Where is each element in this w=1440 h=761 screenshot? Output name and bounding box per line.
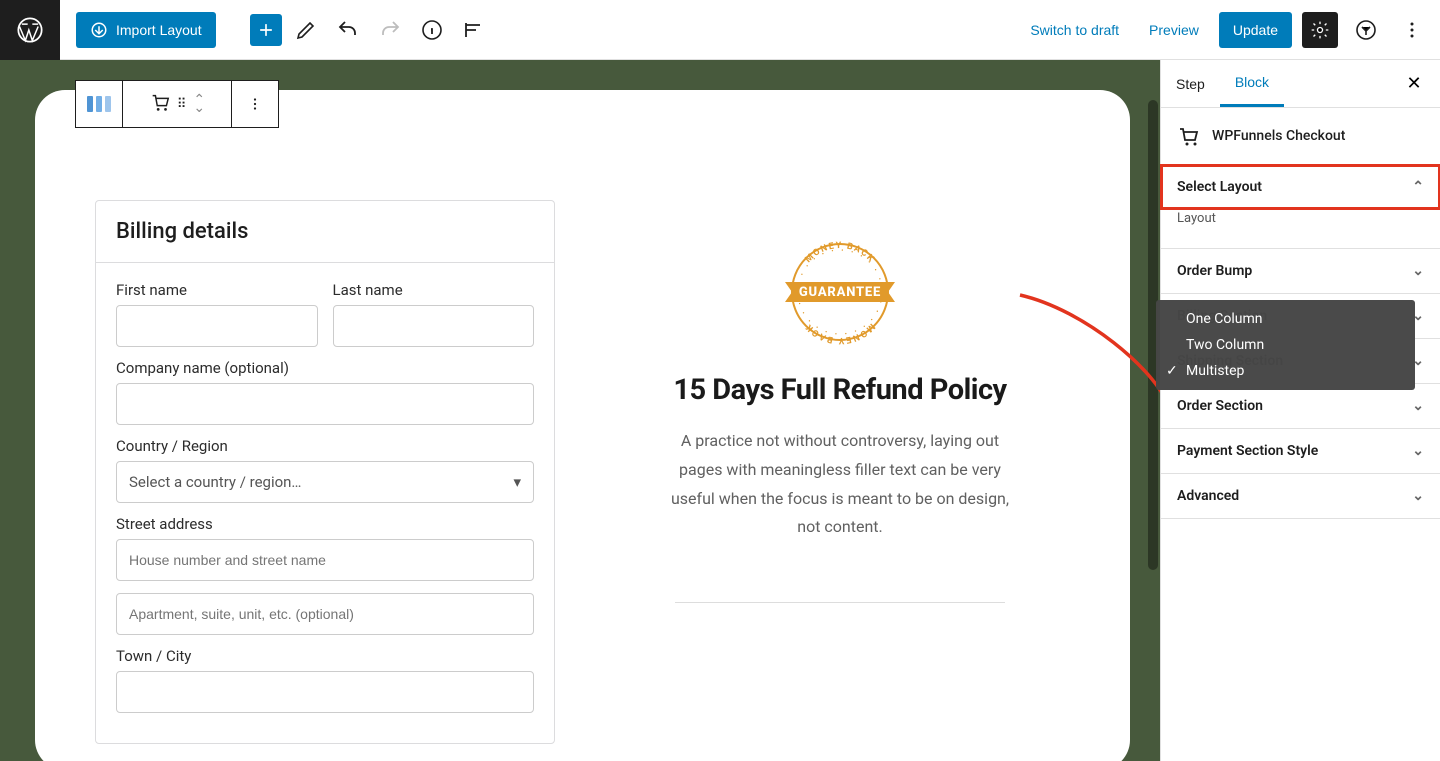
panel-payment-section[interactable]: Payment Section Style⌄ [1161,429,1440,473]
street-input-2[interactable] [116,593,534,635]
chevron-down-icon: ⌄ [1412,488,1424,504]
refund-title: 15 Days Full Refund Policy [610,373,1070,407]
cart-icon [1177,124,1201,148]
more-options-button[interactable] [1394,12,1430,48]
country-label: Country / Region [116,437,534,455]
refund-description: A practice not without controversy, layi… [670,427,1010,542]
panel-order-bump[interactable]: Order Bump⌄ [1161,249,1440,293]
chevron-down-icon: ⌄ [1412,263,1424,279]
redo-button[interactable] [372,12,408,48]
block-type-button[interactable] [75,80,123,128]
layout-field-label: Layout [1177,211,1424,226]
redo-icon [378,18,402,42]
svg-text:MONEY BACK: MONEY BACK [804,321,877,345]
plugin-button[interactable] [1348,12,1384,48]
street-label: Street address [116,515,534,533]
import-layout-label: Import Layout [116,22,202,38]
close-sidebar-button[interactable]: ✕ [1394,60,1434,107]
add-block-button[interactable] [250,14,282,46]
undo-button[interactable] [330,12,366,48]
tab-step[interactable]: Step [1161,60,1220,107]
gear-icon [1310,20,1330,40]
block-name-label: WPFunnels Checkout [1212,128,1345,144]
funnel-icon [1354,18,1378,42]
layout-option-two-column[interactable]: Two Column [1156,332,1415,358]
first-name-input[interactable] [116,305,318,347]
last-name-input[interactable] [333,305,535,347]
country-placeholder: Select a country / region… [129,473,301,491]
import-icon [90,21,108,39]
first-name-label: First name [116,281,318,299]
wordpress-logo[interactable] [0,0,60,60]
checkout-card: Billing details First name Last na [35,90,1130,761]
company-label: Company name (optional) [116,359,534,377]
tab-block[interactable]: Block [1220,60,1284,107]
pencil-icon [294,18,318,42]
panel-select-layout[interactable]: Select Layout ⌃ [1161,165,1440,209]
check-icon: ✓ [1166,363,1178,379]
info-button[interactable] [414,12,450,48]
svg-text:MONEY BACK: MONEY BACK [804,241,877,265]
layout-option-multistep[interactable]: ✓Multistep [1156,358,1415,384]
annotation-arrow [1005,280,1160,430]
info-icon [420,18,444,42]
chevron-down-icon: ▾ [513,473,521,491]
cart-icon[interactable] [149,91,171,117]
editor-canvas[interactable]: Billing details First name Last na [0,60,1160,761]
town-label: Town / City [116,647,534,665]
settings-button[interactable] [1302,12,1338,48]
chevron-down-icon: ⌄ [1412,398,1424,414]
plus-icon [256,20,276,40]
layout-dropdown: One Column Two Column ✓Multistep [1156,300,1415,390]
refund-column: MONEY BACK MONEY BACK GUARANTEE 15 Days … [610,200,1070,744]
undo-icon [336,18,360,42]
svg-text:GUARANTEE: GUARANTEE [799,285,881,300]
switch-to-draft-button[interactable]: Switch to draft [1020,14,1129,46]
billing-title: Billing details [96,201,554,263]
kebab-icon [1400,18,1424,42]
move-arrows[interactable]: ⌃⌄ [193,96,205,112]
edit-mode-button[interactable] [288,12,324,48]
block-more-button[interactable] [231,80,279,128]
divider [675,602,1005,603]
update-button[interactable]: Update [1219,12,1292,48]
layout-option-one-column[interactable]: One Column [1156,306,1415,332]
guarantee-badge: MONEY BACK MONEY BACK GUARANTEE [780,240,900,345]
last-name-label: Last name [333,281,535,299]
top-toolbar: Import Layout Switch to draft [0,0,1440,60]
preview-button[interactable]: Preview [1139,14,1209,46]
outline-button[interactable] [456,12,492,48]
company-input[interactable] [116,383,534,425]
town-input[interactable] [116,671,534,713]
billing-details-block[interactable]: Billing details First name Last na [95,200,555,744]
block-toolbar: ⠿ ⌃⌄ [75,80,279,128]
list-icon [462,18,486,42]
panel-advanced[interactable]: Advanced⌄ [1161,474,1440,518]
country-select[interactable]: Select a country / region… ▾ [116,461,534,503]
street-input-1[interactable] [116,539,534,581]
panel-order-section[interactable]: Order Section⌄ [1161,384,1440,428]
import-layout-button[interactable]: Import Layout [76,12,216,48]
chevron-up-icon: ⌃ [1412,179,1424,195]
drag-handle-icon[interactable]: ⠿ [177,97,188,112]
chevron-down-icon: ⌄ [1412,443,1424,459]
settings-sidebar: Step Block ✕ WPFunnels Checkout Select L… [1160,60,1440,761]
